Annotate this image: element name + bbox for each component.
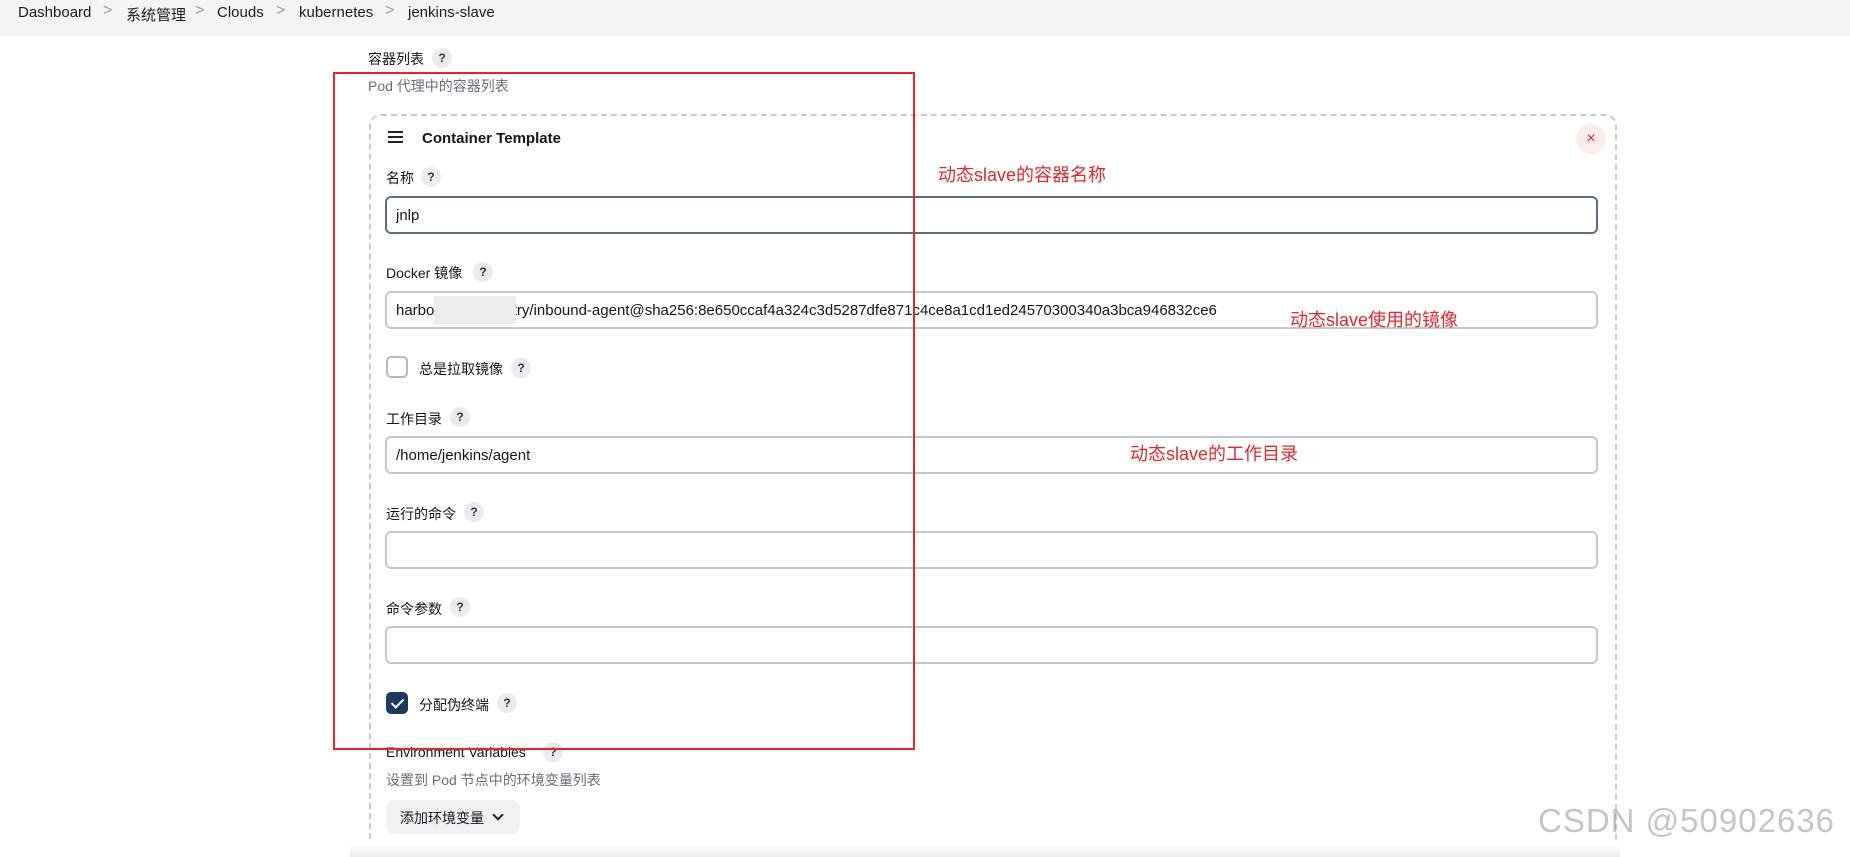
- help-icon[interactable]: ?: [450, 597, 470, 617]
- annotation-image: 动态slave使用的镜像: [1290, 310, 1459, 330]
- command-input[interactable]: [385, 531, 1598, 569]
- container-template-heading: Container Template: [422, 130, 561, 147]
- breadcrumb-system-admin[interactable]: 系统管理: [126, 4, 186, 25]
- breadcrumb-dashboard[interactable]: Dashboard: [18, 4, 91, 21]
- name-label: 名称: [386, 170, 414, 186]
- breadcrumb-separator: >: [385, 2, 395, 19]
- add-env-var-label: 添加环境变量: [400, 810, 484, 826]
- working-dir-input[interactable]: [385, 436, 1598, 474]
- breadcrumb-separator: >: [195, 2, 205, 19]
- drag-handle-icon[interactable]: [388, 131, 403, 145]
- add-env-var-button[interactable]: 添加环境变量: [386, 800, 520, 834]
- allocate-tty-label: 分配伪终端: [419, 697, 489, 713]
- container-list-title: 容器列表: [368, 51, 424, 67]
- env-vars-label: Environment Variables: [386, 744, 526, 760]
- args-input[interactable]: [385, 626, 1598, 664]
- breadcrumb-separator: >: [103, 2, 113, 19]
- args-label: 命令参数: [386, 601, 442, 617]
- chevron-down-icon: [492, 809, 504, 821]
- container-list-description: Pod 代理中的容器列表: [368, 78, 509, 94]
- help-icon[interactable]: ?: [473, 262, 493, 282]
- working-dir-label: 工作目录: [386, 411, 442, 427]
- env-vars-description: 设置到 Pod 节点中的环境变量列表: [386, 772, 601, 788]
- bottom-shadow: [350, 843, 1620, 857]
- help-icon[interactable]: ?: [432, 48, 452, 68]
- help-icon[interactable]: ?: [543, 742, 563, 762]
- redacted-region: [434, 296, 516, 324]
- help-icon[interactable]: ?: [511, 358, 531, 378]
- breadcrumb-clouds[interactable]: Clouds: [217, 4, 264, 21]
- docker-image-label: Docker 镜像: [386, 265, 463, 281]
- help-icon[interactable]: ?: [497, 693, 517, 713]
- always-pull-checkbox[interactable]: [386, 356, 408, 378]
- container-name-input[interactable]: [385, 196, 1598, 234]
- breadcrumb-jenkins-slave[interactable]: jenkins-slave: [408, 4, 495, 21]
- breadcrumb-kubernetes[interactable]: kubernetes: [299, 4, 373, 21]
- help-icon[interactable]: ?: [450, 407, 470, 427]
- annotation-name: 动态slave的容器名称: [938, 165, 1107, 185]
- watermark: CSDN @50902636: [1538, 802, 1835, 839]
- annotation-workdir: 动态slave的工作目录: [1130, 444, 1299, 464]
- help-icon[interactable]: ?: [464, 502, 484, 522]
- always-pull-label: 总是拉取镜像: [419, 361, 503, 377]
- command-label: 运行的命令: [386, 506, 456, 522]
- help-icon[interactable]: ?: [421, 167, 441, 187]
- delete-container-button[interactable]: ×: [1576, 124, 1606, 154]
- allocate-tty-checkbox[interactable]: [386, 692, 408, 714]
- breadcrumb-separator: >: [276, 2, 286, 19]
